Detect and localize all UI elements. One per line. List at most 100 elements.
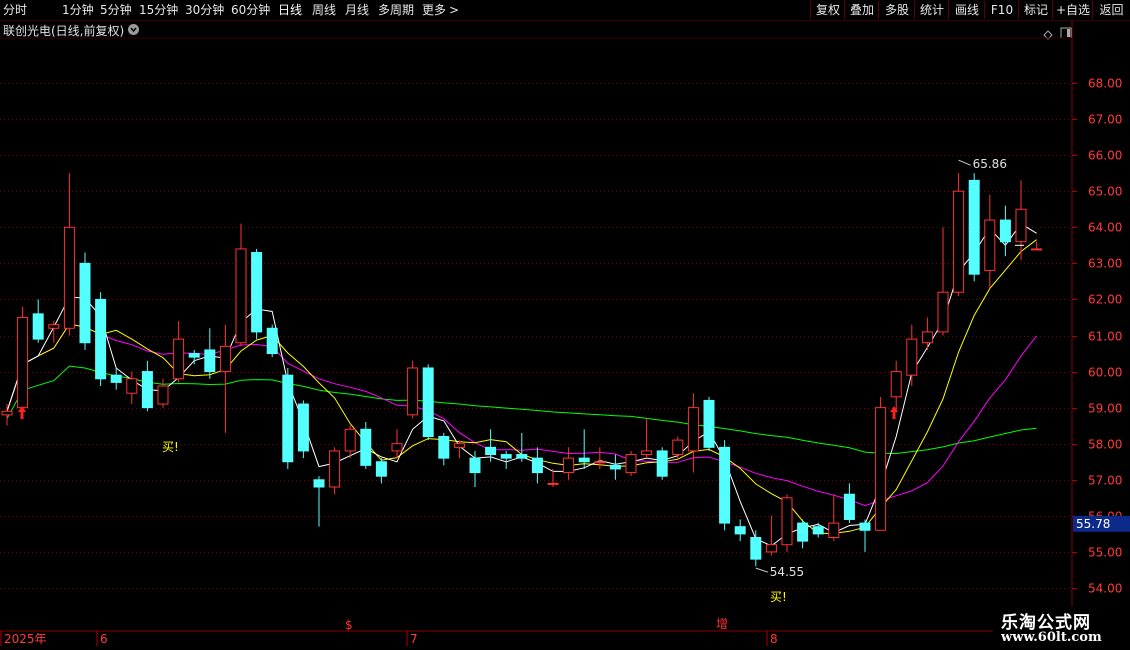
- candle-body-down: [141, 371, 153, 409]
- candle-body-down: [578, 457, 590, 463]
- high-pointer: [958, 159, 971, 166]
- price-tick-label: 58.00: [1088, 438, 1122, 452]
- candle-body-up: [890, 371, 902, 398]
- candle-body-up: [407, 367, 419, 416]
- candle-body-down: [656, 450, 668, 477]
- price-tick-label: 60.00: [1088, 366, 1122, 380]
- buy-arrow-icon: [890, 406, 898, 419]
- watermark-url: www.60lt.com: [1001, 630, 1102, 645]
- candle-body-up: [48, 324, 60, 329]
- price-tick-label: 61.00: [1088, 330, 1122, 344]
- more-chevron-icon[interactable]: >: [449, 1, 459, 19]
- candle-body-up: [921, 331, 933, 344]
- ma20-line: [6, 323, 1037, 507]
- candlestick-chart[interactable]: 68.00 67.00 66.00 65.00 64.00 63.00 62.00 61.00…: [0, 0, 1130, 650]
- candle-body-up: [391, 443, 403, 452]
- candle-body-down: [750, 537, 762, 560]
- candle-body-up: [235, 248, 247, 344]
- chevron-down-icon[interactable]: [128, 24, 139, 35]
- high-price-label: 65.86: [973, 157, 1007, 171]
- period-more[interactable]: 更多: [422, 1, 446, 19]
- candle-body-up: [937, 291, 949, 333]
- candle-body-up: [828, 522, 840, 538]
- candle-body-down: [812, 526, 824, 535]
- add-watchlist-button[interactable]: +自选: [1052, 1, 1093, 19]
- candle-body-down: [79, 262, 91, 344]
- candle-body-down: [734, 526, 746, 535]
- multi-stock-button[interactable]: 多股: [878, 1, 915, 19]
- candle-body-up: [1015, 208, 1027, 243]
- period-15min[interactable]: 15分钟: [139, 1, 178, 19]
- ma5-line: [6, 223, 1037, 547]
- overlay-button[interactable]: 叠加: [844, 1, 879, 19]
- f10-button[interactable]: F10: [984, 1, 1019, 19]
- low-pointer: [755, 567, 768, 573]
- candle-body-down: [531, 457, 543, 474]
- buy-signal-label: 买!: [770, 590, 787, 604]
- time-axis-marker: $: [345, 618, 353, 632]
- candle-body-down: [32, 313, 44, 340]
- candle-body-down: [266, 327, 278, 355]
- ma60-line: [6, 365, 1037, 455]
- candle-body-up: [641, 450, 653, 456]
- panel-split-icon[interactable]: [1060, 24, 1072, 43]
- fuquan-button[interactable]: 复权: [810, 1, 845, 19]
- period-5min[interactable]: 5分钟: [100, 1, 132, 19]
- mark-button[interactable]: 标记: [1018, 1, 1053, 19]
- price-tick-label: 54.00: [1088, 582, 1122, 596]
- price-tick-label: 56.00: [1088, 510, 1122, 524]
- candle-body-down: [110, 374, 122, 383]
- time-axis-marker: 增: [716, 617, 728, 631]
- stock-title: 联创光电(日线,前复权): [3, 24, 125, 38]
- candle-body-up: [453, 443, 465, 448]
- period-daily[interactable]: 日线: [278, 1, 302, 19]
- candle-body-up: [547, 482, 559, 485]
- diamond-icon[interactable]: [1043, 25, 1053, 44]
- statistics-button[interactable]: 统计: [914, 1, 949, 19]
- period-60min[interactable]: 60分钟: [231, 1, 270, 19]
- candle-body-down: [843, 493, 855, 520]
- price-tick-label: 66.00: [1088, 149, 1122, 163]
- candle-body-up: [672, 439, 684, 456]
- candle-body-down: [703, 399, 715, 448]
- price-tick-label: 62.00: [1088, 293, 1122, 307]
- candle-body-up: [1031, 248, 1043, 251]
- candle-body-down: [438, 436, 450, 459]
- draw-line-button[interactable]: 画线: [948, 1, 985, 19]
- price-tick-label: 55.00: [1088, 546, 1122, 560]
- candle-body-up: [1, 410, 13, 416]
- candle-body-down: [422, 367, 434, 438]
- candle-body-down: [469, 457, 481, 474]
- period-fenshi[interactable]: 分时: [3, 1, 27, 19]
- period-30min[interactable]: 30分钟: [185, 1, 224, 19]
- candle-body-up: [63, 226, 75, 329]
- buy-arrow-icon: [18, 406, 26, 419]
- current-price-box: [1073, 515, 1130, 532]
- candle-body-down: [500, 454, 512, 459]
- period-toolbar: 分时 1分钟 5分钟 15分钟 30分钟 60分钟 日线 周线 月线 多周期 更…: [0, 0, 1130, 21]
- candle-body-down: [485, 446, 497, 456]
- candle-body-down: [609, 464, 621, 470]
- price-tick-label: 68.00: [1088, 77, 1122, 91]
- candle-body-down: [859, 522, 871, 531]
- period-multi[interactable]: 多周期: [378, 1, 414, 19]
- candle-body-up: [17, 316, 29, 409]
- price-tick-label: 67.00: [1088, 113, 1122, 127]
- candle-body-up: [329, 450, 341, 488]
- candle-body-down: [360, 428, 372, 466]
- candle-body-up: [625, 454, 637, 474]
- back-button[interactable]: 返回: [1092, 1, 1130, 19]
- candle-body-up: [594, 461, 606, 464]
- price-tick-label: 63.00: [1088, 257, 1122, 271]
- period-weekly[interactable]: 周线: [312, 1, 336, 19]
- period-1min[interactable]: 1分钟: [62, 1, 94, 19]
- candle-body-down: [999, 219, 1011, 243]
- candle-body-up: [126, 378, 138, 394]
- time-axis-label: 6: [100, 632, 108, 646]
- time-axis-label: 8: [770, 632, 778, 646]
- candle-body-up: [219, 345, 231, 373]
- period-monthly[interactable]: 月线: [345, 1, 369, 19]
- candle-body-up: [173, 338, 185, 380]
- candle-body-down: [204, 349, 216, 373]
- buy-signal-label: 买!: [162, 440, 179, 454]
